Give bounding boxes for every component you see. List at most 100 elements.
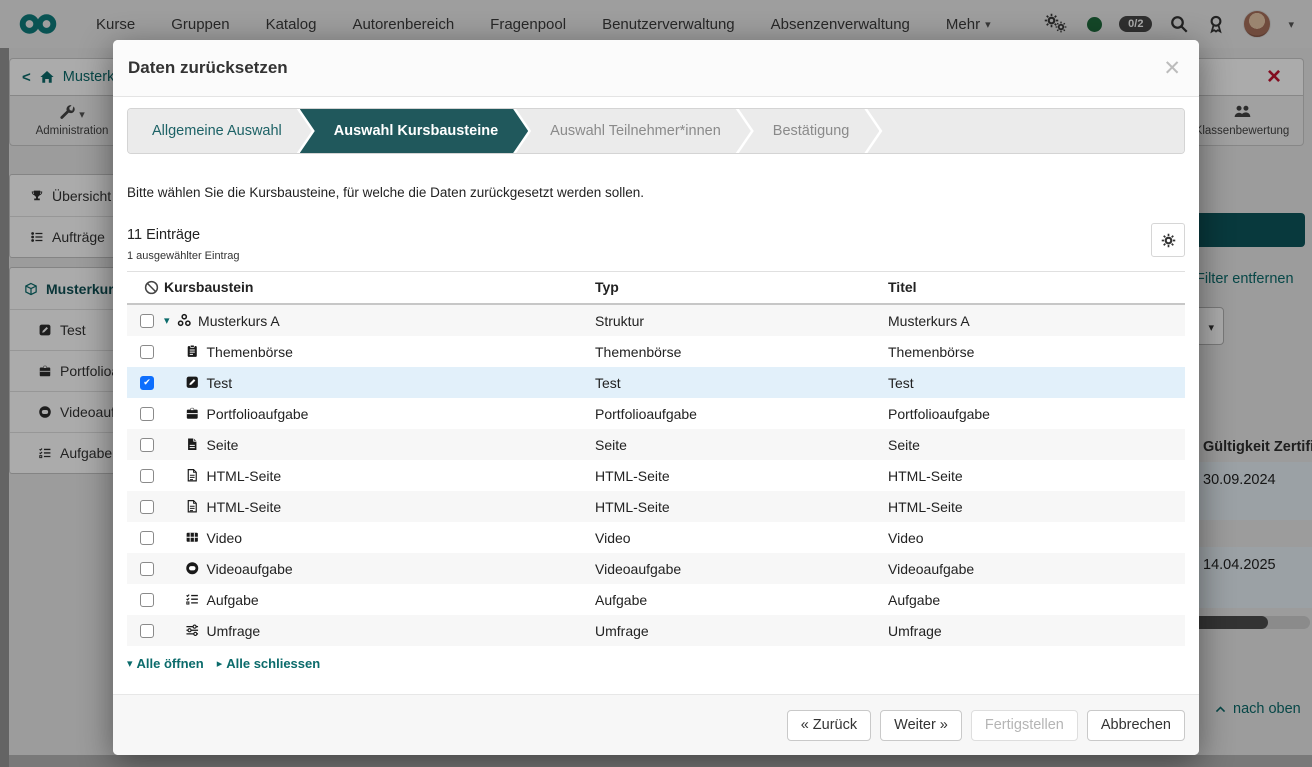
row-checkbox[interactable]	[140, 623, 154, 638]
row-name: Portfolioaufgabe	[206, 405, 309, 422]
row-name: Test	[206, 374, 233, 391]
pen-square-icon	[185, 375, 200, 390]
row-name: Umfrage	[206, 622, 261, 639]
dialog-header: Daten zurücksetzen ✕	[113, 40, 1199, 97]
row-titel: Umfrage	[888, 622, 942, 639]
close-icon[interactable]: ✕	[1163, 58, 1181, 79]
table-row-test[interactable]: Test Test Test	[127, 367, 1185, 398]
table-row-umfrage[interactable]: Umfrage Umfrage Umfrage	[127, 615, 1185, 646]
row-checkbox[interactable]	[140, 561, 154, 576]
wizard-steps: Allgemeine Auswahl Auswahl Kursbausteine A…	[127, 108, 1185, 154]
row-titel: Seite	[888, 436, 920, 453]
caret-down-icon: ▾	[127, 658, 133, 670]
wizard-step-auswahl-teilnehmer-innen[interactable]: Auswahl Teilnehmer*innen	[516, 109, 751, 153]
row-typ: Videoaufgabe	[595, 560, 682, 577]
sliders-icon	[185, 623, 200, 638]
row-name: Musterkurs A	[198, 312, 280, 329]
finish-button: Fertigstellen	[970, 709, 1078, 741]
entries-count: 11 Einträge	[127, 227, 201, 243]
row-titel: Test	[888, 374, 914, 391]
row-typ: Umfrage	[595, 622, 649, 639]
row-titel: HTML-Seite	[888, 467, 963, 484]
row-name: Aufgabe	[206, 591, 259, 608]
table-row-html-seite[interactable]: HTML-Seite HTML-Seite HTML-Seite	[127, 491, 1185, 522]
row-name: HTML-Seite	[206, 498, 282, 515]
row-checkbox[interactable]	[140, 468, 154, 483]
open-all-label: Alle öffnen	[136, 656, 204, 671]
table-row-video[interactable]: Video Video Video	[127, 522, 1185, 553]
row-name: Videoaufgabe	[206, 560, 293, 577]
caret-down-icon[interactable]: ▾	[164, 314, 170, 327]
row-typ: HTML-Seite	[595, 498, 670, 515]
course-elements-table: Kursbaustein Typ Titel ▾ Musterkurs A Stru…	[127, 271, 1185, 646]
row-name: Seite	[206, 436, 239, 453]
row-typ: Struktur	[595, 312, 645, 329]
column-header-kursbaustein[interactable]: Kursbaustein	[164, 279, 595, 295]
row-checkbox[interactable]	[140, 499, 154, 514]
wizard-step-bestätigung[interactable]: Bestätigung	[739, 109, 880, 153]
column-header-titel[interactable]: Titel	[888, 279, 1185, 295]
task-list-icon	[185, 592, 200, 607]
row-checkbox[interactable]	[140, 406, 154, 421]
row-name: Video	[206, 529, 243, 546]
table-body: ▾ Musterkurs A Struktur Musterkurs A Themenb…	[127, 305, 1185, 646]
row-name: HTML-Seite	[206, 467, 282, 484]
wizard-step-auswahl-kursbausteine[interactable]: Auswahl Kursbausteine	[300, 109, 528, 153]
gear-icon	[1161, 233, 1176, 248]
tree-controls: ▾ Alle öffnen ▸ Alle schliessen	[127, 656, 1185, 671]
row-titel: Video	[888, 529, 924, 546]
row-typ: Test	[595, 374, 621, 391]
row-typ: HTML-Seite	[595, 467, 670, 484]
row-titel: Musterkurs A	[888, 312, 970, 329]
row-typ: Themenbörse	[595, 343, 682, 360]
row-titel: Aufgabe	[888, 591, 941, 608]
wizard-step-allgemeine-auswahl[interactable]: Allgemeine Auswahl	[128, 109, 312, 153]
table-row-themenbörse[interactable]: Themenbörse Themenbörse Themenbörse	[127, 336, 1185, 367]
next-button[interactable]: Weiter »	[880, 709, 962, 741]
row-checkbox[interactable]	[140, 530, 154, 545]
open-all-link[interactable]: ▾ Alle öffnen	[127, 656, 204, 671]
row-checkbox[interactable]	[140, 437, 154, 452]
row-name: Themenbörse	[206, 343, 293, 360]
column-header-typ[interactable]: Typ	[595, 279, 888, 295]
row-checkbox[interactable]	[140, 313, 154, 328]
dialog-body: Allgemeine Auswahl Auswahl Kursbausteine A…	[113, 97, 1199, 694]
clipboard-icon	[185, 344, 200, 359]
row-checkbox[interactable]	[140, 375, 154, 390]
table-row-portfolioaufgabe[interactable]: Portfolioaufgabe Portfolioaufgabe Portfoli…	[127, 398, 1185, 429]
row-typ: Portfolioaufgabe	[595, 405, 697, 422]
row-typ: Seite	[595, 436, 627, 453]
file-lines-icon	[185, 468, 200, 483]
cancel-button[interactable]: Abbrechen	[1086, 709, 1185, 741]
file-lines-icon	[185, 499, 200, 514]
table-row-musterkurs-a[interactable]: ▾ Musterkurs A Struktur Musterkurs A	[127, 305, 1185, 336]
film-icon	[185, 530, 200, 545]
row-typ: Video	[595, 529, 631, 546]
page-icon	[185, 437, 200, 452]
table-row-videoaufgabe[interactable]: Videoaufgabe Videoaufgabe Videoaufgabe	[127, 553, 1185, 584]
wizard-steps-filler	[867, 109, 1184, 153]
reset-data-dialog: Daten zurücksetzen ✕ Allgemeine Auswahl A…	[113, 40, 1199, 755]
row-titel: Themenbörse	[888, 343, 975, 360]
table-meta: 11 Einträge 1 ausgewählter Eintrag	[127, 223, 1185, 262]
row-typ: Aufgabe	[595, 591, 648, 608]
row-titel: HTML-Seite	[888, 498, 963, 515]
ban-icon[interactable]	[139, 280, 164, 295]
back-button[interactable]: « Zurück	[786, 709, 872, 741]
table-row-html-seite[interactable]: HTML-Seite HTML-Seite HTML-Seite	[127, 460, 1185, 491]
row-checkbox[interactable]	[140, 344, 154, 359]
dialog-footer: « Zurück Weiter » Fertigstellen Abbreche…	[113, 694, 1199, 755]
row-titel: Portfolioaufgabe	[888, 405, 990, 422]
video-circle-icon	[185, 561, 200, 576]
table-row-aufgabe[interactable]: Aufgabe Aufgabe Aufgabe	[127, 584, 1185, 615]
row-titel: Videoaufgabe	[888, 560, 975, 577]
table-settings-button[interactable]	[1151, 223, 1185, 257]
selected-count: 1 ausgewählter Eintrag	[127, 250, 240, 262]
caret-right-icon: ▸	[216, 658, 223, 670]
dialog-title: Daten zurücksetzen	[128, 58, 288, 77]
row-checkbox[interactable]	[140, 592, 154, 607]
table-row-seite[interactable]: Seite Seite Seite	[127, 429, 1185, 460]
instruction-text: Bitte wählen Sie die Kursbausteine, für …	[127, 185, 645, 200]
close-all-link[interactable]: ▸ Alle schliessen	[217, 656, 320, 671]
structure-icon	[177, 313, 192, 328]
